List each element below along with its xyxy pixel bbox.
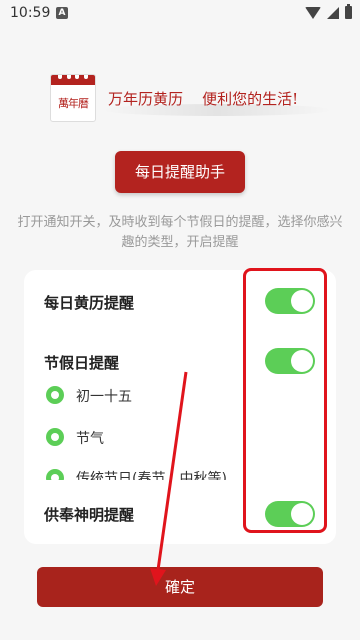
annotation-arrow — [150, 371, 188, 586]
